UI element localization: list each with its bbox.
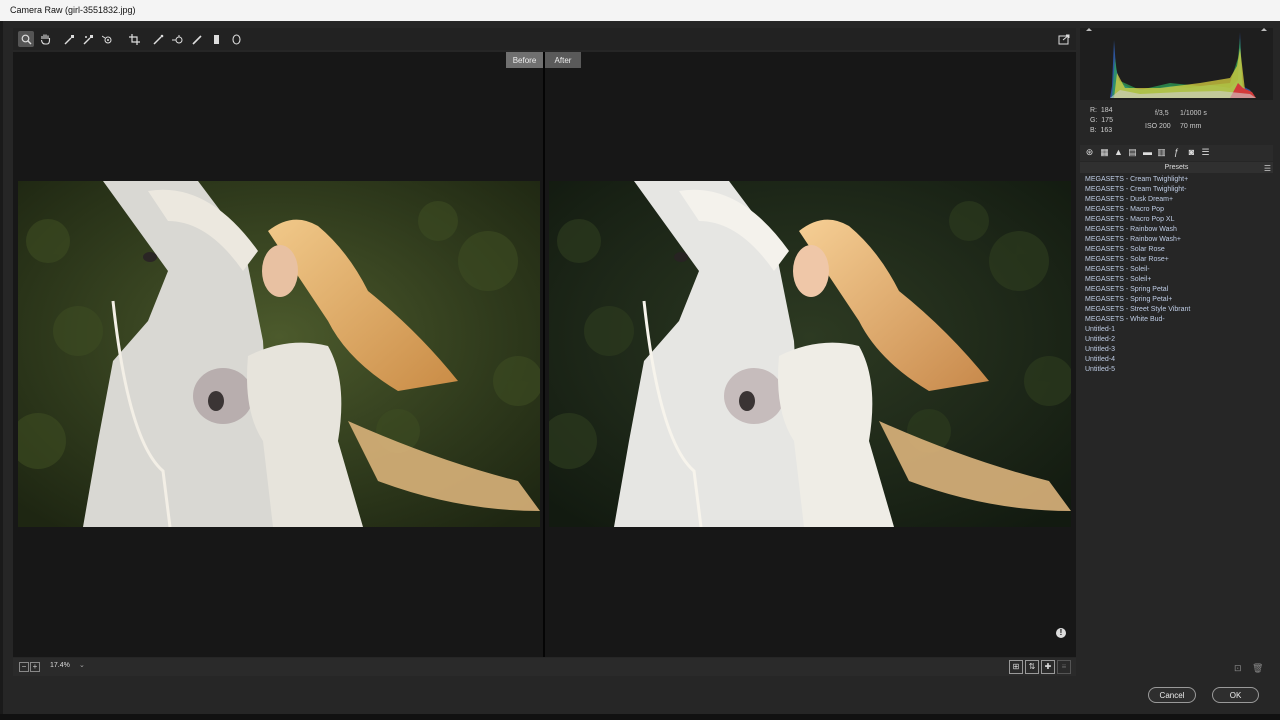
taskbar bbox=[0, 714, 1280, 720]
tone-curve-icon[interactable]: ▦ bbox=[1099, 147, 1110, 158]
window-title: Camera Raw (girl-3551832.jpg) bbox=[10, 5, 136, 15]
preset-item[interactable]: MEGASETS - Macro Pop bbox=[1085, 205, 1270, 215]
preset-item[interactable]: MEGASETS - Cream Twighlight- bbox=[1085, 185, 1270, 195]
g-value: 175 bbox=[1101, 117, 1113, 124]
iso-value: ISO 200 bbox=[1145, 123, 1171, 130]
before-after-toggle-icon[interactable]: ⊞ bbox=[1009, 660, 1023, 674]
camera-raw-window: Before After ! − + 17.4% ⌄ ⊞ ⇅ ✚ ≡ R: 18… bbox=[0, 21, 1280, 720]
zoom-level[interactable]: 17.4% bbox=[50, 662, 70, 669]
b-label: B: bbox=[1090, 127, 1097, 134]
radial-filter-icon[interactable] bbox=[228, 31, 244, 47]
before-preview-image[interactable] bbox=[18, 181, 540, 527]
menu-icon[interactable]: ☰ bbox=[1264, 163, 1271, 174]
b-value: 163 bbox=[1100, 127, 1113, 134]
preset-item[interactable]: MEGASETS - Rainbow Wash bbox=[1085, 225, 1270, 235]
zoom-out-button[interactable]: − bbox=[19, 662, 29, 672]
rgb-readout: R: 184 G: 175 B: 163 bbox=[1090, 106, 1113, 136]
aperture-value: f/3,5 bbox=[1155, 110, 1169, 117]
red-eye-tool-icon[interactable] bbox=[170, 31, 186, 47]
preview-canvas[interactable]: Before After ! bbox=[13, 52, 1076, 657]
adjustment-brush-icon[interactable] bbox=[189, 31, 205, 47]
preset-actions: ⊡ 🗑︎ bbox=[1080, 660, 1273, 676]
preset-item[interactable]: MEGASETS - Dusk Dream+ bbox=[1085, 195, 1270, 205]
ok-button[interactable]: OK bbox=[1212, 687, 1259, 703]
effects-icon[interactable]: ƒ bbox=[1171, 147, 1182, 158]
crop-tool-icon[interactable] bbox=[126, 31, 142, 47]
basic-panel-icon[interactable]: ⊛ bbox=[1084, 147, 1095, 158]
presets-header: Presets ☰ bbox=[1080, 162, 1273, 173]
chevron-down-icon[interactable]: ⌄ bbox=[79, 661, 85, 669]
left-edge bbox=[0, 21, 3, 720]
tool-bar bbox=[13, 28, 1076, 50]
preset-item[interactable]: Untitled-4 bbox=[1085, 355, 1270, 365]
white-balance-tool-icon[interactable] bbox=[61, 31, 77, 47]
preset-item[interactable]: MEGASETS - Rainbow Wash+ bbox=[1085, 235, 1270, 245]
trash-icon[interactable]: 🗑︎ bbox=[1252, 663, 1263, 674]
spot-removal-tool-icon[interactable] bbox=[150, 31, 166, 47]
histogram bbox=[1080, 28, 1273, 100]
title-bar: Camera Raw (girl-3551832.jpg) bbox=[0, 0, 1280, 22]
camera-calibration-icon[interactable]: ◙ bbox=[1186, 147, 1197, 158]
after-preview-image[interactable] bbox=[549, 181, 1071, 527]
r-value: 184 bbox=[1100, 107, 1113, 114]
hand-tool-icon[interactable] bbox=[37, 31, 53, 47]
after-label[interactable]: After bbox=[545, 52, 581, 68]
preset-item[interactable]: MEGASETS - Cream Twighlight+ bbox=[1085, 175, 1270, 185]
zoom-in-button[interactable]: + bbox=[30, 662, 40, 672]
preset-item[interactable]: MEGASETS - White Bud- bbox=[1085, 315, 1270, 325]
targeted-adjustment-tool-icon[interactable] bbox=[100, 31, 116, 47]
preset-item[interactable]: MEGASETS - Macro Pop XL bbox=[1085, 215, 1270, 225]
preset-list: MEGASETS - Cream Twighlight+ MEGASETS - C… bbox=[1085, 175, 1270, 375]
lens-corrections-icon[interactable]: ▥ bbox=[1156, 147, 1167, 158]
cancel-button[interactable]: Cancel bbox=[1148, 687, 1196, 703]
preset-item[interactable]: Untitled-2 bbox=[1085, 335, 1270, 345]
export-icon[interactable] bbox=[1056, 31, 1072, 47]
toggle-view-icon[interactable]: ≡ bbox=[1057, 660, 1071, 674]
zoom-tool-icon[interactable] bbox=[18, 31, 34, 47]
r-label: R: bbox=[1090, 107, 1097, 114]
copy-settings-icon[interactable]: ✚ bbox=[1041, 660, 1055, 674]
preset-item[interactable]: MEGASETS - Soleil- bbox=[1085, 265, 1270, 275]
before-label[interactable]: Before bbox=[506, 52, 543, 68]
preset-item[interactable]: MEGASETS - Street Style Vibrant bbox=[1085, 305, 1270, 315]
preset-item[interactable]: MEGASETS - Soleil+ bbox=[1085, 275, 1270, 285]
new-preset-icon[interactable]: ⊡ bbox=[1234, 663, 1242, 674]
preset-item[interactable]: Untitled-5 bbox=[1085, 365, 1270, 375]
split-divider bbox=[543, 52, 545, 657]
right-panel: R: 184 G: 175 B: 163 f/3,5 1/1000 s ISO … bbox=[1080, 28, 1273, 676]
presets-icon[interactable]: ☰ bbox=[1200, 147, 1211, 158]
preset-item[interactable]: MEGASETS - Solar Rose bbox=[1085, 245, 1270, 255]
detail-icon[interactable]: ▲ bbox=[1113, 147, 1124, 158]
g-label: G: bbox=[1090, 117, 1098, 124]
preset-item[interactable]: MEGASETS - Spring Petal bbox=[1085, 285, 1270, 295]
swap-settings-icon[interactable]: ⇅ bbox=[1025, 660, 1039, 674]
preset-item[interactable]: Untitled-1 bbox=[1085, 325, 1270, 335]
color-sampler-tool-icon[interactable] bbox=[80, 31, 96, 47]
preset-item[interactable]: MEGASETS - Solar Rose+ bbox=[1085, 255, 1270, 265]
panel-tabs: ⊛ ▦ ▲ ▤ ▬ ▥ ƒ ◙ ☰ bbox=[1080, 145, 1273, 161]
hsl-icon[interactable]: ▤ bbox=[1127, 147, 1138, 158]
preset-item[interactable]: Untitled-3 bbox=[1085, 345, 1270, 355]
preset-item[interactable]: MEGASETS - Spring Petal+ bbox=[1085, 295, 1270, 305]
warning-icon[interactable]: ! bbox=[1056, 628, 1066, 638]
split-toning-icon[interactable]: ▬ bbox=[1142, 147, 1153, 158]
graduated-filter-icon[interactable] bbox=[208, 31, 224, 47]
presets-title: Presets bbox=[1164, 164, 1189, 171]
shutter-value: 1/1000 s bbox=[1180, 110, 1207, 117]
preview-status-bar: − + 17.4% ⌄ ⊞ ⇅ ✚ ≡ bbox=[13, 658, 1076, 676]
focal-length-value: 70 mm bbox=[1180, 123, 1202, 130]
